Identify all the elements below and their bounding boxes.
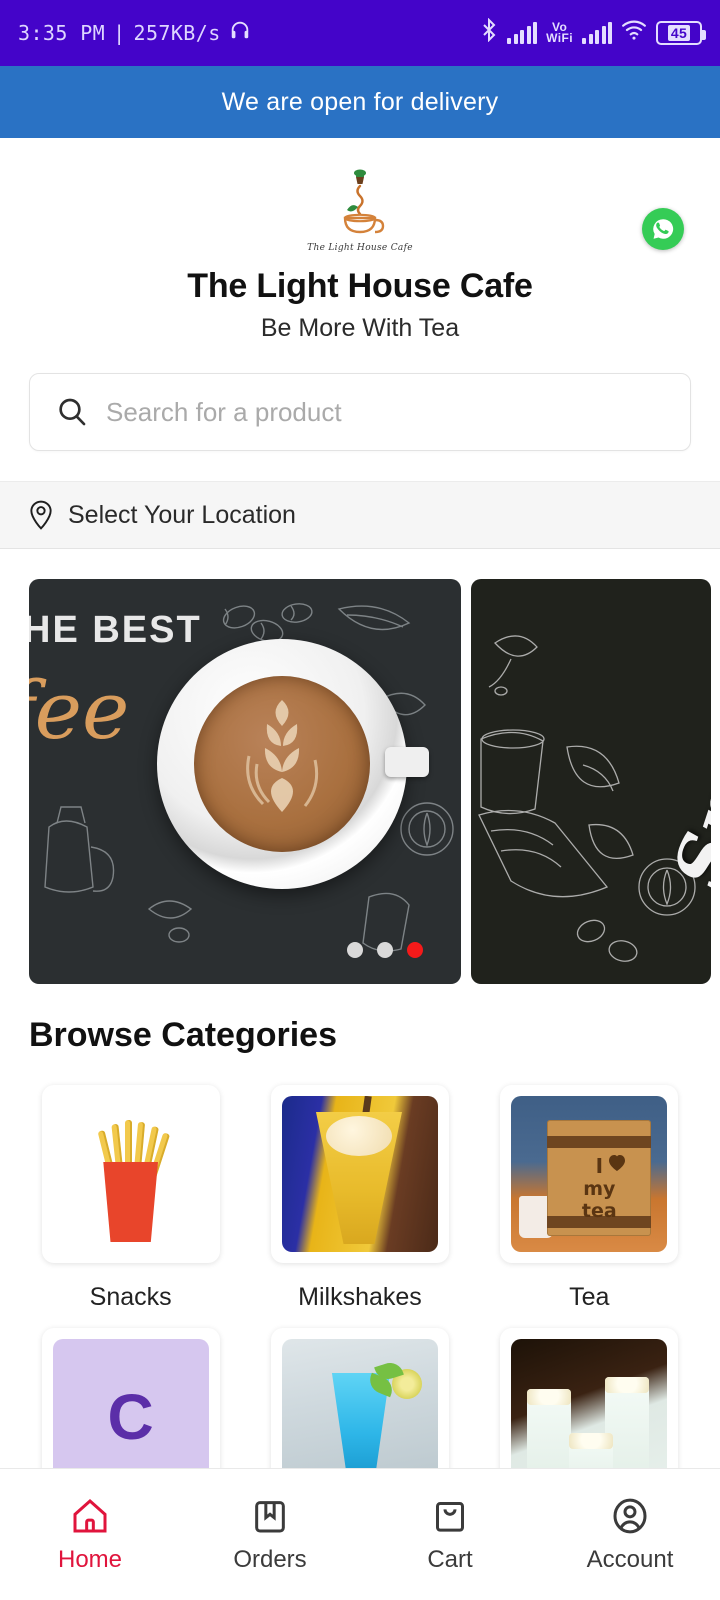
carousel-headline: HE BEST bbox=[29, 609, 202, 651]
status-bar-right: Vo WiFi 45 bbox=[480, 17, 706, 48]
bottom-navigation: Home Orders Cart Account bbox=[0, 1468, 720, 1600]
whatsapp-button[interactable] bbox=[642, 208, 684, 250]
location-label: Select Your Location bbox=[68, 500, 296, 529]
coffee-cup-image bbox=[157, 639, 429, 889]
nav-item-orders[interactable]: Orders bbox=[180, 1496, 360, 1574]
search-input[interactable] bbox=[106, 396, 664, 428]
nav-label-account: Account bbox=[586, 1545, 674, 1573]
search-icon bbox=[59, 398, 86, 426]
nav-item-account[interactable]: Account bbox=[540, 1496, 720, 1574]
cart-icon bbox=[436, 1501, 464, 1532]
brand-tagline: Be More With Tea bbox=[260, 314, 460, 342]
latte-art-icon bbox=[246, 700, 319, 812]
category-label: Milkshakes bbox=[298, 1283, 422, 1311]
nav-item-cart[interactable]: Cart bbox=[360, 1496, 540, 1574]
carousel-slide-2[interactable]: Smoo bbox=[471, 579, 711, 984]
categories-grid: Snacks Milkshakes I my tea Tea C bbox=[0, 1085, 720, 1526]
category-card[interactable] bbox=[41, 1085, 220, 1263]
tea-image: I my tea bbox=[511, 1096, 668, 1252]
status-bar: 3:35 PM | 257KB/s Vo WiFi 45 bbox=[0, 0, 720, 66]
location-pin-icon bbox=[30, 500, 52, 530]
home-icon bbox=[73, 1498, 107, 1532]
category-item-milkshakes[interactable]: Milkshakes bbox=[258, 1085, 461, 1312]
carousel-script: fee bbox=[29, 664, 130, 757]
category-item-snacks[interactable]: Snacks bbox=[29, 1085, 232, 1312]
nav-item-home[interactable]: Home bbox=[0, 1496, 180, 1574]
carousel-dots[interactable] bbox=[347, 942, 423, 958]
placeholder-letter: C bbox=[107, 1381, 154, 1453]
status-time: 3:35 PM bbox=[18, 21, 106, 45]
select-location-row[interactable]: Select Your Location bbox=[0, 481, 720, 549]
category-label: Snacks bbox=[89, 1283, 172, 1311]
carousel-slide-1[interactable]: HE BEST fee bbox=[29, 579, 461, 984]
bluetooth-icon bbox=[480, 17, 498, 48]
whatsapp-icon bbox=[653, 219, 674, 239]
nav-label-orders: Orders bbox=[233, 1545, 307, 1573]
status-separator: | bbox=[113, 21, 126, 45]
carousel-dot-1[interactable] bbox=[347, 942, 363, 958]
tea-box-line-3: tea bbox=[581, 1200, 617, 1222]
orders-icon bbox=[255, 1500, 285, 1532]
snacks-image bbox=[52, 1096, 209, 1252]
delivery-banner: We are open for delivery bbox=[0, 66, 720, 138]
logo-caption: The Light House Cafe bbox=[307, 243, 413, 253]
milkshakes-image bbox=[281, 1096, 438, 1252]
tea-box-line-2: my bbox=[583, 1178, 616, 1200]
wifi-icon bbox=[621, 19, 647, 47]
battery-icon: 45 bbox=[656, 21, 706, 45]
logo-icon bbox=[343, 169, 385, 234]
cafe-logo bbox=[0, 164, 720, 242]
carousel-dot-3[interactable] bbox=[407, 942, 423, 958]
vowifi-indicator: Vo WiFi bbox=[546, 20, 573, 45]
nav-label-cart: Cart bbox=[427, 1545, 473, 1573]
signal-bars-icon-1 bbox=[507, 22, 538, 44]
category-label: Tea bbox=[569, 1283, 610, 1311]
brand-header: The Light House Cafe The Light House Caf… bbox=[0, 138, 720, 343]
browse-categories-title: Browse Categories bbox=[29, 1016, 337, 1054]
signal-bars-icon-2 bbox=[582, 22, 612, 44]
search-box[interactable] bbox=[29, 373, 691, 451]
carousel-dot-2[interactable] bbox=[377, 942, 393, 958]
status-bar-left: 3:35 PM | 257KB/s bbox=[18, 19, 251, 47]
delivery-banner-text: We are open for delivery bbox=[221, 87, 499, 116]
nav-label-home: Home bbox=[57, 1545, 123, 1573]
category-item-tea[interactable]: I my tea Tea bbox=[488, 1085, 691, 1312]
carousel-slides: HE BEST fee bbox=[29, 579, 720, 984]
status-network-speed: 257KB/s bbox=[133, 21, 221, 45]
account-icon bbox=[613, 1498, 647, 1533]
chalk-illustration-2 bbox=[478, 635, 696, 962]
promo-carousel[interactable]: HE BEST fee bbox=[0, 579, 720, 984]
app-screen: 3:35 PM | 257KB/s Vo WiFi 45 We are open… bbox=[0, 0, 720, 1600]
heart-icon bbox=[609, 1155, 626, 1171]
category-card[interactable] bbox=[270, 1085, 449, 1263]
search-section bbox=[0, 343, 720, 451]
battery-level: 45 bbox=[667, 25, 691, 41]
page-title: The Light House Cafe bbox=[187, 267, 533, 305]
category-card[interactable]: I my tea bbox=[500, 1085, 679, 1263]
tea-box-line-1: I bbox=[595, 1154, 604, 1178]
headphone-icon bbox=[229, 19, 251, 47]
